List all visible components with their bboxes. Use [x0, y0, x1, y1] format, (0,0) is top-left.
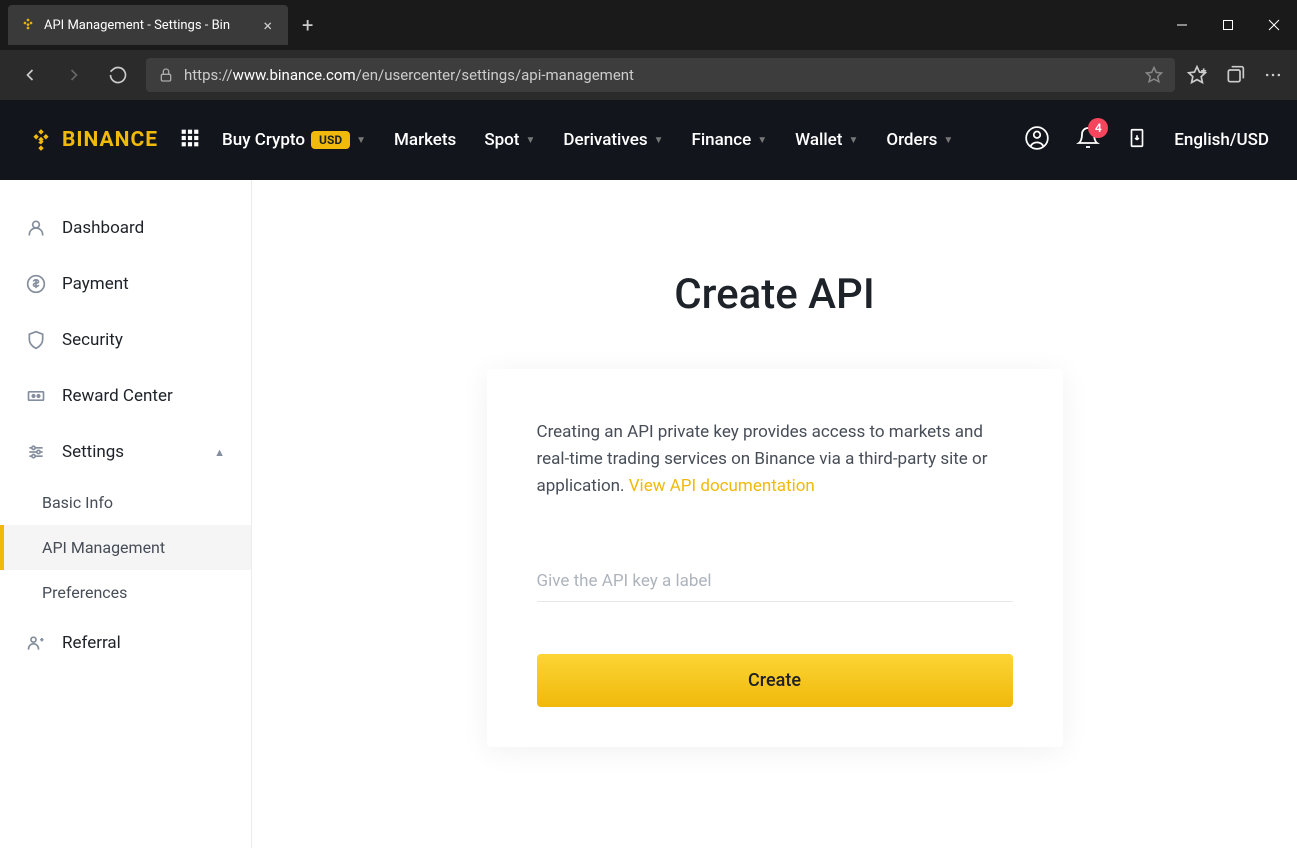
sidebar: Dashboard Payment Security Reward Center…: [0, 180, 252, 848]
browser-tab[interactable]: API Management - Settings - Bin ×: [8, 5, 288, 45]
sidebar-item-security[interactable]: Security: [0, 312, 251, 368]
nav-items: Buy CryptoUSD▼ Markets Spot▼ Derivatives…: [222, 130, 953, 150]
nav-orders[interactable]: Orders▼: [886, 130, 953, 150]
sidebar-item-payment[interactable]: Payment: [0, 256, 251, 312]
chevron-down-icon: ▼: [525, 135, 535, 146]
chevron-down-icon: ▼: [848, 135, 858, 146]
back-button[interactable]: [14, 59, 46, 91]
dollar-icon: [26, 274, 46, 294]
sidebar-label: Settings: [62, 442, 124, 462]
tab-title: API Management - Settings - Bin: [44, 18, 251, 33]
language-currency[interactable]: English/USD: [1174, 130, 1269, 150]
sidebar-item-dashboard[interactable]: Dashboard: [0, 200, 251, 256]
shield-icon: [26, 330, 46, 350]
sidebar-item-settings[interactable]: Settings ▲: [0, 424, 251, 480]
create-api-card: Creating an API private key provides acc…: [487, 369, 1063, 747]
binance-logo[interactable]: BINANCE: [28, 127, 158, 153]
user-icon: [26, 218, 46, 238]
referral-icon: [26, 633, 46, 653]
sidebar-item-referral[interactable]: Referral: [0, 615, 251, 671]
address-bar[interactable]: https://www.binance.com/en/usercenter/se…: [146, 58, 1175, 92]
sidebar-item-reward-center[interactable]: Reward Center: [0, 368, 251, 424]
api-label-input[interactable]: [537, 561, 1013, 602]
chevron-down-icon: ▼: [757, 135, 767, 146]
window-controls: [1159, 5, 1297, 45]
nav-spot[interactable]: Spot▼: [484, 130, 535, 150]
lock-icon: [158, 67, 174, 83]
logo-text: BINANCE: [62, 128, 158, 152]
usd-badge: USD: [311, 131, 350, 149]
refresh-button[interactable]: [102, 59, 134, 91]
close-tab-icon[interactable]: ×: [259, 14, 276, 37]
browser-chrome: API Management - Settings - Bin × + http…: [0, 0, 1297, 100]
account-icon[interactable]: [1024, 125, 1050, 155]
header-right: 4 English/USD: [1024, 125, 1269, 155]
sidebar-label: Security: [62, 330, 123, 350]
download-icon[interactable]: [1126, 127, 1148, 153]
content-area: Create API Creating an API private key p…: [252, 180, 1297, 848]
chevron-down-icon: ▼: [943, 135, 953, 146]
page-title: Create API: [674, 270, 874, 319]
url-text: https://www.binance.com/en/usercenter/se…: [184, 66, 1135, 84]
more-icon[interactable]: [1263, 65, 1283, 85]
tab-bar: API Management - Settings - Bin × +: [0, 0, 1297, 50]
maximize-button[interactable]: [1205, 5, 1251, 45]
address-bar-row: https://www.binance.com/en/usercenter/se…: [0, 50, 1297, 100]
chevron-up-icon: ▲: [214, 446, 225, 459]
minimize-button[interactable]: [1159, 5, 1205, 45]
sidebar-sub-basic-info[interactable]: Basic Info: [0, 480, 251, 525]
ticket-icon: [26, 386, 46, 406]
favorite-star-icon[interactable]: [1145, 66, 1163, 84]
main-layout: Dashboard Payment Security Reward Center…: [0, 180, 1297, 848]
apps-grid-icon[interactable]: [180, 128, 200, 152]
sliders-icon: [26, 442, 46, 462]
sidebar-sub-api-management[interactable]: API Management: [0, 525, 251, 570]
chevron-down-icon: ▼: [654, 135, 664, 146]
notifications-icon[interactable]: 4: [1076, 126, 1100, 154]
favicon-icon: [20, 17, 36, 33]
forward-button[interactable]: [58, 59, 90, 91]
notification-badge: 4: [1088, 118, 1108, 138]
favorites-icon[interactable]: [1187, 65, 1207, 85]
sidebar-label: Referral: [62, 633, 121, 653]
nav-derivatives[interactable]: Derivatives▼: [563, 130, 663, 150]
close-window-button[interactable]: [1251, 5, 1297, 45]
nav-markets[interactable]: Markets: [394, 130, 456, 150]
browser-right-icons: [1187, 65, 1283, 85]
nav-wallet[interactable]: Wallet▼: [795, 130, 858, 150]
sidebar-label: Reward Center: [62, 386, 173, 406]
site-header: BINANCE Buy CryptoUSD▼ Markets Spot▼ Der…: [0, 100, 1297, 180]
nav-finance[interactable]: Finance▼: [691, 130, 767, 150]
logo-icon: [28, 127, 54, 153]
card-description: Creating an API private key provides acc…: [537, 419, 1013, 501]
sidebar-label: Payment: [62, 274, 129, 294]
sidebar-label: Dashboard: [62, 218, 144, 238]
sidebar-sub-preferences[interactable]: Preferences: [0, 570, 251, 615]
collections-icon[interactable]: [1225, 65, 1245, 85]
new-tab-button[interactable]: +: [288, 13, 327, 37]
api-documentation-link[interactable]: View API documentation: [629, 476, 815, 496]
create-button[interactable]: Create: [537, 654, 1013, 707]
nav-buy-crypto[interactable]: Buy CryptoUSD▼: [222, 130, 366, 150]
chevron-down-icon: ▼: [356, 135, 366, 146]
